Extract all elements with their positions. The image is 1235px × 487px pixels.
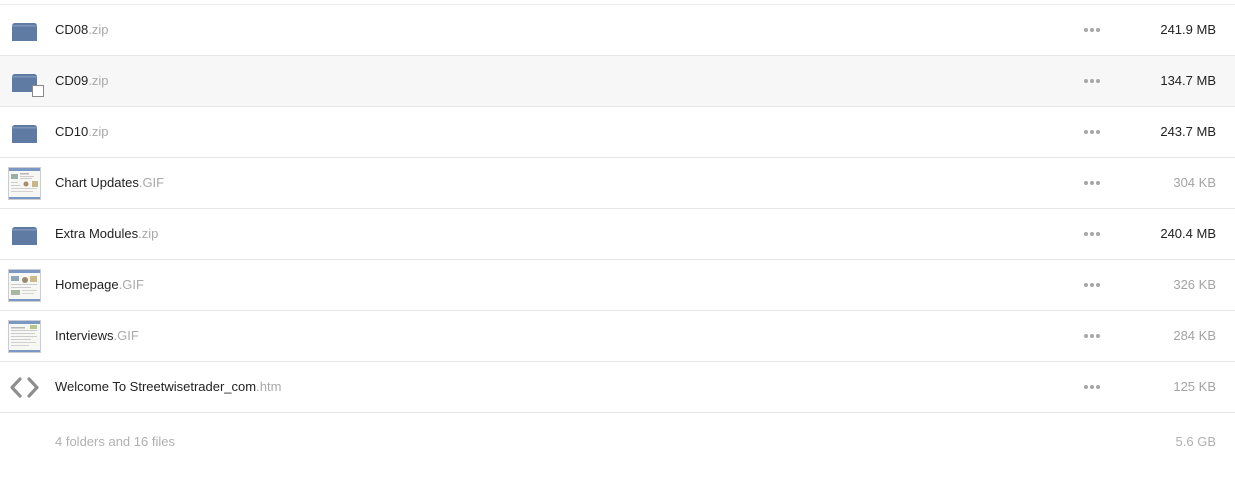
file-name[interactable]: Extra Modules.zip <box>55 209 158 259</box>
archive-icon <box>8 116 41 149</box>
file-size: 304 KB <box>1173 175 1216 190</box>
file-extension: .zip <box>138 226 159 241</box>
file-list: CD08.zip 241.9 MB CD09.zip 134.7 MB CD10… <box>0 4 1235 413</box>
file-row-cd09[interactable]: CD09.zip 134.7 MB <box>0 56 1235 107</box>
file-row-cd10[interactable]: CD10.zip 243.7 MB <box>0 107 1235 158</box>
more-options-icon[interactable] <box>1083 384 1101 390</box>
file-name[interactable]: CD08.zip <box>55 5 108 55</box>
file-row-welcome[interactable]: Welcome To Streetwisetrader_com.htm 125 … <box>0 362 1235 413</box>
image-thumbnail-icon <box>8 269 41 302</box>
file-row-extra-modules[interactable]: Extra Modules.zip 240.4 MB <box>0 209 1235 260</box>
archive-icon <box>8 218 41 251</box>
folder-summary: 4 folders and 16 files 5.6 GB <box>0 417 1235 467</box>
file-extension: .zip <box>88 22 109 37</box>
file-extension: .GIF <box>118 277 144 292</box>
file-row-chart-updates[interactable]: Chart Updates.GIF 304 KB <box>0 158 1235 209</box>
more-options-icon[interactable] <box>1083 333 1101 339</box>
file-row-cd08[interactable]: CD08.zip 241.9 MB <box>0 5 1235 56</box>
image-thumbnail-icon <box>8 320 41 353</box>
archive-icon <box>8 65 44 98</box>
item-count: 4 folders and 16 files <box>55 434 175 449</box>
image-thumbnail-icon <box>8 167 41 200</box>
code-icon <box>8 371 41 404</box>
file-size: 326 KB <box>1173 277 1216 292</box>
file-size: 134.7 MB <box>1160 73 1216 88</box>
more-options-icon[interactable] <box>1083 78 1101 84</box>
file-name[interactable]: CD09.zip <box>55 56 108 106</box>
file-size: 284 KB <box>1173 328 1216 343</box>
file-extension: .zip <box>88 124 109 139</box>
file-row-homepage[interactable]: Homepage.GIF 326 KB <box>0 260 1235 311</box>
file-extension: .zip <box>88 73 109 88</box>
file-name[interactable]: Interviews.GIF <box>55 311 139 361</box>
more-options-icon[interactable] <box>1083 129 1101 135</box>
more-options-icon[interactable] <box>1083 231 1101 237</box>
file-extension: .GIF <box>138 175 165 190</box>
file-name[interactable]: Welcome To Streetwisetrader_com.htm <box>55 362 281 412</box>
file-name[interactable]: Chart Updates.GIF <box>55 158 164 208</box>
file-size: 125 KB <box>1173 379 1216 394</box>
file-extension: .GIF <box>113 328 139 343</box>
file-size: 241.9 MB <box>1160 22 1216 37</box>
file-extension: .htm <box>256 379 282 394</box>
file-name[interactable]: Homepage.GIF <box>55 260 144 310</box>
total-size: 5.6 GB <box>1175 434 1216 449</box>
file-size: 243.7 MB <box>1160 124 1216 139</box>
more-options-icon[interactable] <box>1083 282 1101 288</box>
more-options-icon[interactable] <box>1083 27 1101 33</box>
file-name[interactable]: CD10.zip <box>55 107 108 157</box>
archive-icon <box>8 14 41 47</box>
file-size: 240.4 MB <box>1160 226 1216 241</box>
more-options-icon[interactable] <box>1083 180 1101 186</box>
file-row-interviews[interactable]: Interviews.GIF 284 KB <box>0 311 1235 362</box>
